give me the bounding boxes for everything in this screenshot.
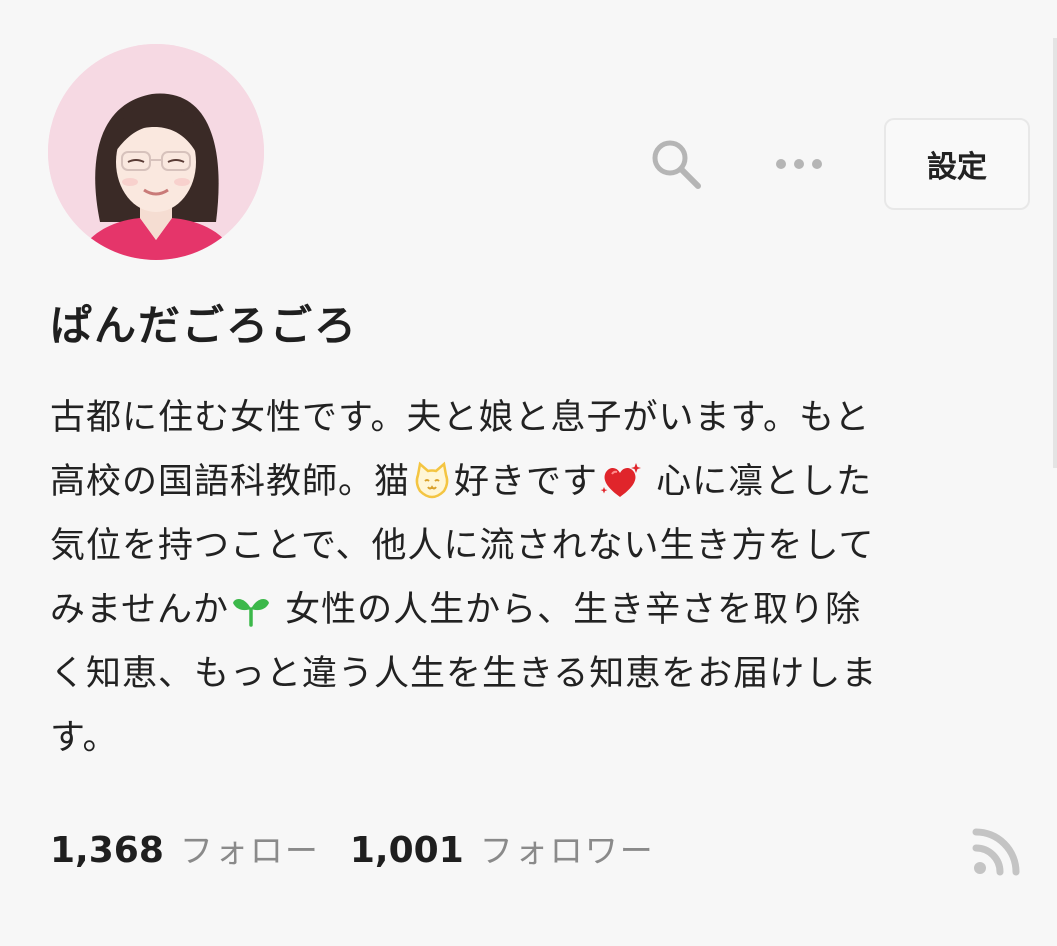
bio-line-3: 気位を持つことで、他人に流されない生き方をして — [50, 526, 875, 566]
profile-stats: 1,368 フォロー 1,001 フォロワー — [50, 824, 655, 880]
avatar-illustration — [48, 44, 264, 260]
bio-line-6: す。 — [50, 718, 119, 758]
scrollbar[interactable] — [1053, 38, 1057, 468]
more-options-button[interactable] — [766, 138, 832, 190]
avatar[interactable] — [48, 44, 264, 260]
search-button[interactable] — [644, 132, 708, 196]
profile-name: ぱんだごろごろ — [50, 301, 359, 350]
bio-line-1: 古都に住む女性です。夫と娘と息子がいます。もと — [50, 398, 871, 438]
search-icon — [652, 140, 701, 189]
cat-face-icon — [412, 458, 452, 522]
more-icon — [776, 159, 822, 169]
seedling-icon — [231, 586, 271, 650]
following-label[interactable]: フォロー — [180, 824, 320, 872]
followers-count[interactable]: 1,001 — [350, 830, 464, 871]
followers-label[interactable]: フォロワー — [480, 824, 655, 872]
rss-icon — [972, 828, 1020, 876]
rss-button[interactable] — [968, 822, 1026, 880]
bio-line-5: く知恵、もっと違う人生を生きる知恵をお届けしま — [50, 654, 878, 694]
bio-line-4: みませんか 女性の人生から、生き辛さを取り除 — [50, 578, 1020, 642]
following-count[interactable]: 1,368 — [50, 830, 164, 871]
profile-bio: 古都に住む女性です。夫と娘と息子がいます。もと 高校の国語科教師。猫 好きです … — [50, 386, 1020, 770]
bio-line-2: 高校の国語科教師。猫 好きです 心に凛とした — [50, 450, 1020, 514]
settings-button[interactable]: 設定 — [884, 118, 1030, 210]
sparkling-heart-icon — [600, 458, 642, 522]
